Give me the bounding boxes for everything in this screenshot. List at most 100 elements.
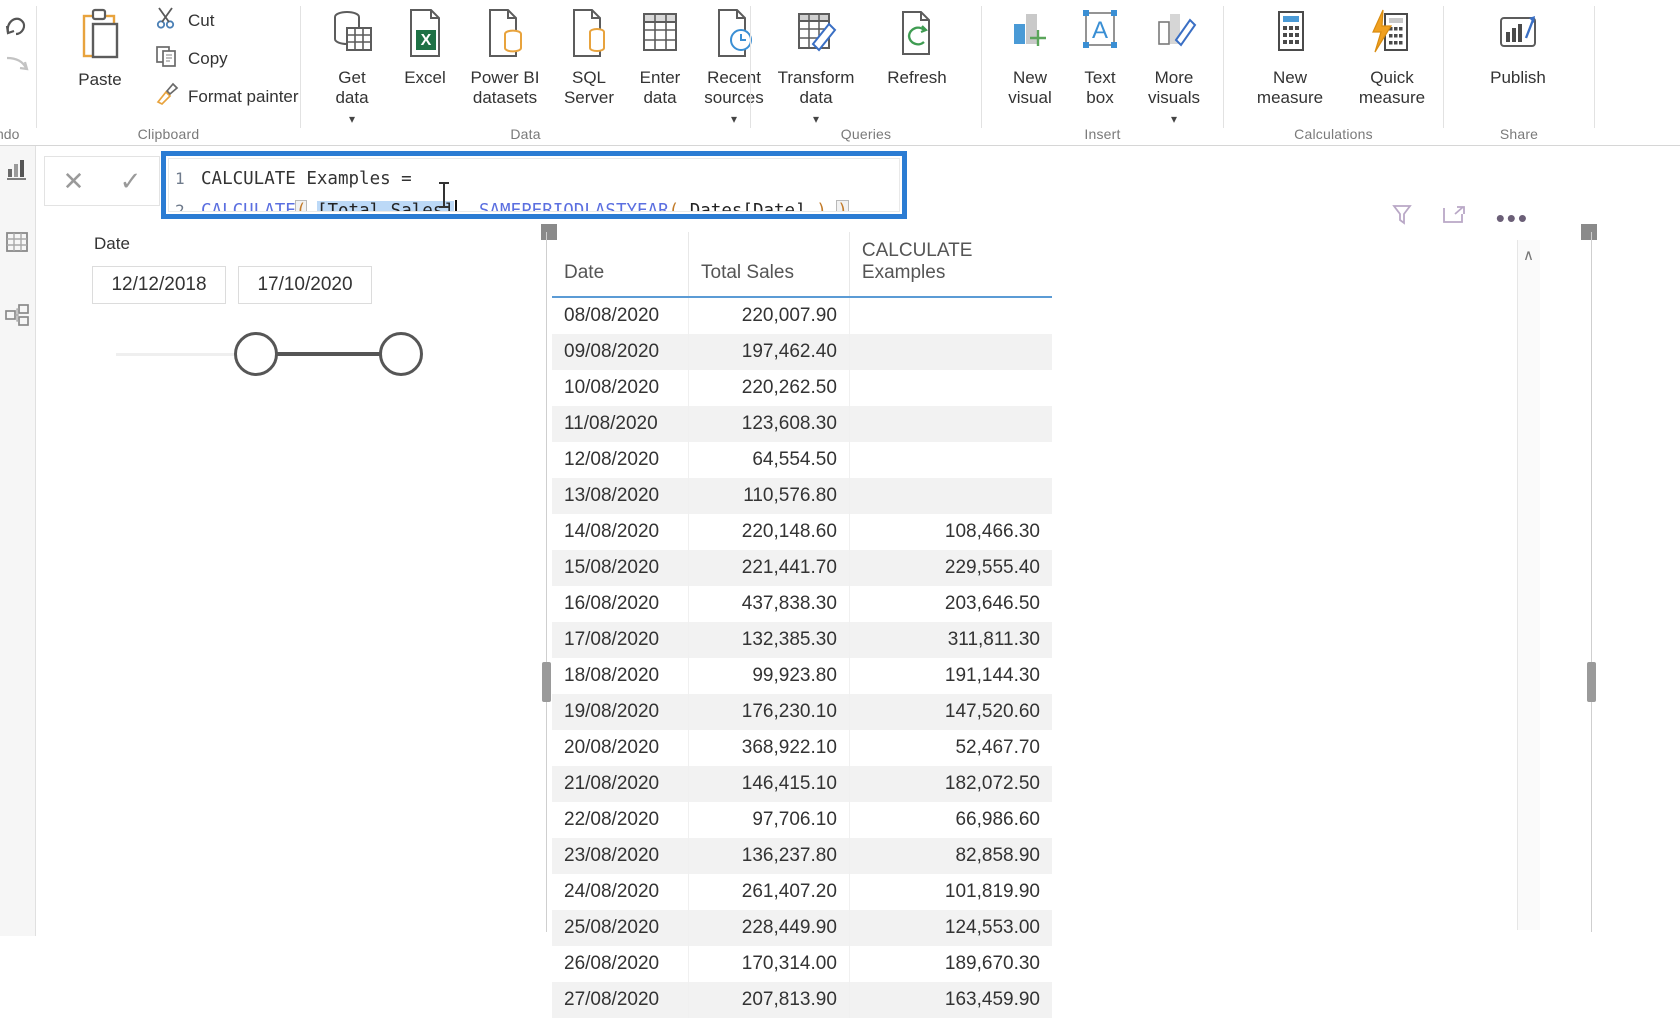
table-row[interactable]: 27/08/2020 207,813.90 163,459.90: [552, 982, 1052, 1018]
cell-total-sales: 97,706.10: [688, 802, 850, 838]
transform-data-icon: [763, 8, 869, 64]
table-row[interactable]: 22/08/2020 97,706.10 66,986.60: [552, 802, 1052, 838]
cell-calculate-examples: 66,986.60: [955, 809, 1040, 830]
slider-handle-start[interactable]: [234, 332, 278, 376]
cell-calculate-examples: [849, 297, 1052, 334]
resize-handle-left[interactable]: [542, 662, 551, 702]
column-header-calculate-examples[interactable]: CALCULATE Examples: [849, 232, 1052, 298]
paste-button[interactable]: Paste: [61, 8, 139, 90]
cell-calculate-examples: 163,459.90: [849, 982, 1052, 1018]
cell-total-sales: 146,415.10: [688, 766, 850, 802]
transform-data-button[interactable]: Transform data ▾: [763, 8, 869, 130]
table-row[interactable]: 17/08/2020 132,385.30 311,811.30: [552, 622, 1052, 658]
clipboard-group-label: Clipboard: [137, 126, 200, 142]
get-data-button[interactable]: Get data ▾: [315, 8, 389, 130]
text-box-label: Text box: [1084, 67, 1116, 108]
dax-inner-open-paren: (: [668, 201, 680, 212]
quick-measure-label: Quick measure: [1358, 67, 1426, 108]
sql-server-button[interactable]: SQL Server: [553, 8, 625, 109]
cell-total-sales: 437,838.30: [688, 586, 850, 622]
table-row[interactable]: 08/08/2020 220,007.90: [552, 297, 1052, 334]
format-painter-label: Format painter: [188, 86, 299, 106]
cell-total-sales: 220,007.90: [688, 297, 850, 334]
resize-corner-top-right[interactable]: [1581, 224, 1597, 240]
formula-line-2: 2 CALCULATE( [Total Sales], SAMEPERIODLAS…: [175, 195, 899, 212]
table-row[interactable]: 21/08/2020 146,415.10 182,072.50: [552, 766, 1052, 802]
enter-data-label: Enter data: [639, 67, 681, 108]
enter-data-button[interactable]: Enter data: [627, 8, 693, 109]
slider-handle-end[interactable]: [379, 332, 423, 376]
redo-icon[interactable]: [4, 52, 32, 85]
table-row[interactable]: 14/08/2020 220,148.60 108,466.30: [552, 514, 1052, 550]
commit-formula-button[interactable]: ✓: [120, 168, 142, 194]
refresh-icon: [875, 8, 959, 64]
chevron-down-icon[interactable]: ▾: [813, 112, 819, 126]
text-box-button[interactable]: A Text box: [1070, 8, 1130, 109]
table-row[interactable]: 19/08/2020 176,230.10 147,520.60: [552, 694, 1052, 730]
data-table[interactable]: Date Total Sales CALCULATE Examples 08/0…: [552, 232, 1052, 1018]
date-slicer-visual[interactable]: Date 12/12/2018 17/10/2020: [92, 234, 423, 376]
table-row[interactable]: 23/08/2020 136,237.80 82,858.90: [552, 838, 1052, 874]
cell-date: 25/08/2020: [552, 910, 689, 946]
chevron-down-icon[interactable]: ▾: [731, 112, 737, 126]
table-row[interactable]: 15/08/2020 221,441.70 229,555.40: [552, 550, 1052, 586]
slicer-end-date-input[interactable]: 17/10/2020: [238, 266, 372, 304]
table-row[interactable]: 20/08/2020 368,922.10 52,467.70: [552, 730, 1052, 766]
cell-total-sales: 197,462.40: [688, 334, 850, 370]
refresh-button[interactable]: Refresh: [875, 8, 959, 88]
new-measure-button[interactable]: New measure: [1238, 8, 1342, 109]
table-row[interactable]: 11/08/2020 123,608.30: [552, 406, 1052, 442]
report-view-icon[interactable]: [4, 156, 32, 184]
slicer-start-date-input[interactable]: 12/12/2018: [92, 266, 226, 304]
publish-button[interactable]: Publish: [1466, 8, 1570, 88]
power-bi-desktop-window: ndo Paste: [0, 0, 1680, 1018]
table-visual[interactable]: ••• Date Total Sales CALCULATE Examples: [541, 205, 1597, 1018]
filter-icon[interactable]: [1391, 204, 1412, 231]
model-view-icon[interactable]: [4, 302, 32, 330]
data-view-icon[interactable]: [4, 229, 32, 257]
copy-button[interactable]: Copy: [155, 44, 228, 73]
cell-total-sales: 99,923.80: [688, 658, 850, 694]
cell-date: 27/08/2020: [552, 982, 689, 1018]
chevron-down-icon[interactable]: ▾: [349, 112, 355, 126]
view-navigation-bar: [0, 146, 36, 936]
resize-handle-right[interactable]: [1587, 662, 1596, 702]
table-row[interactable]: 12/08/2020 64,554.50: [552, 442, 1052, 478]
power-bi-datasets-button[interactable]: Power BI datasets: [459, 8, 551, 109]
table-row[interactable]: 24/08/2020 261,407.20 101,819.90: [552, 874, 1052, 910]
cut-button[interactable]: Cut: [155, 6, 214, 35]
column-header-date[interactable]: Date: [552, 232, 689, 298]
slicer-range-slider[interactable]: [116, 332, 423, 376]
table-row[interactable]: 25/08/2020 228,449.90 124,553.00: [552, 910, 1052, 946]
excel-button[interactable]: X Excel: [393, 8, 457, 88]
dax-formula-text[interactable]: 1 CALCULATE Examples = 2 CALCULATE( [Total…: [168, 158, 900, 212]
new-visual-button[interactable]: New visual: [994, 8, 1066, 109]
report-canvas: Date 12/12/2018 17/10/2020 ••• Date Tota…: [36, 205, 1680, 1018]
table-row[interactable]: 10/08/2020 220,262.50: [552, 370, 1052, 406]
table-row[interactable]: 16/08/2020 437,838.30 203,646.50: [552, 586, 1052, 622]
cell-calculate-examples: 182,072.50: [849, 766, 1052, 802]
get-data-label: Get data: [335, 67, 369, 108]
cancel-formula-button[interactable]: ✕: [63, 168, 85, 194]
format-painter-button[interactable]: Format painter: [155, 82, 299, 111]
table-row[interactable]: 18/08/2020 99,923.80 191,144.30: [552, 658, 1052, 694]
table-vertical-scrollbar[interactable]: ∧: [1517, 240, 1540, 930]
scroll-up-arrow-icon[interactable]: ∧: [1523, 246, 1534, 264]
more-options-icon[interactable]: •••: [1496, 205, 1529, 231]
table-row[interactable]: 26/08/2020 170,314.00 189,670.30: [552, 946, 1052, 982]
chevron-down-icon[interactable]: ▾: [1171, 112, 1177, 126]
dax-formula-editor[interactable]: 1 CALCULATE Examples = 2 CALCULATE( [Total…: [161, 151, 907, 219]
more-visuals-button[interactable]: More visuals ▾: [1132, 8, 1216, 130]
column-header-total-sales[interactable]: Total Sales: [688, 232, 850, 298]
focus-mode-icon[interactable]: [1442, 204, 1466, 231]
undo-icon[interactable]: [2, 12, 32, 47]
cell-calculate-examples: 191,144.30: [944, 665, 1040, 686]
cell-calculate-examples: 229,555.40: [849, 550, 1052, 586]
cell-calculate-examples: 52,467.70: [955, 737, 1040, 758]
table-row[interactable]: 09/08/2020 197,462.40: [552, 334, 1052, 370]
cell-total-sales: 228,449.90: [688, 910, 850, 946]
quick-measure-button[interactable]: Quick measure: [1346, 8, 1438, 109]
cell-date: 09/08/2020: [552, 334, 689, 370]
mouse-ibeam-cursor: [439, 182, 449, 208]
table-row[interactable]: 13/08/2020 110,576.80: [552, 478, 1052, 514]
